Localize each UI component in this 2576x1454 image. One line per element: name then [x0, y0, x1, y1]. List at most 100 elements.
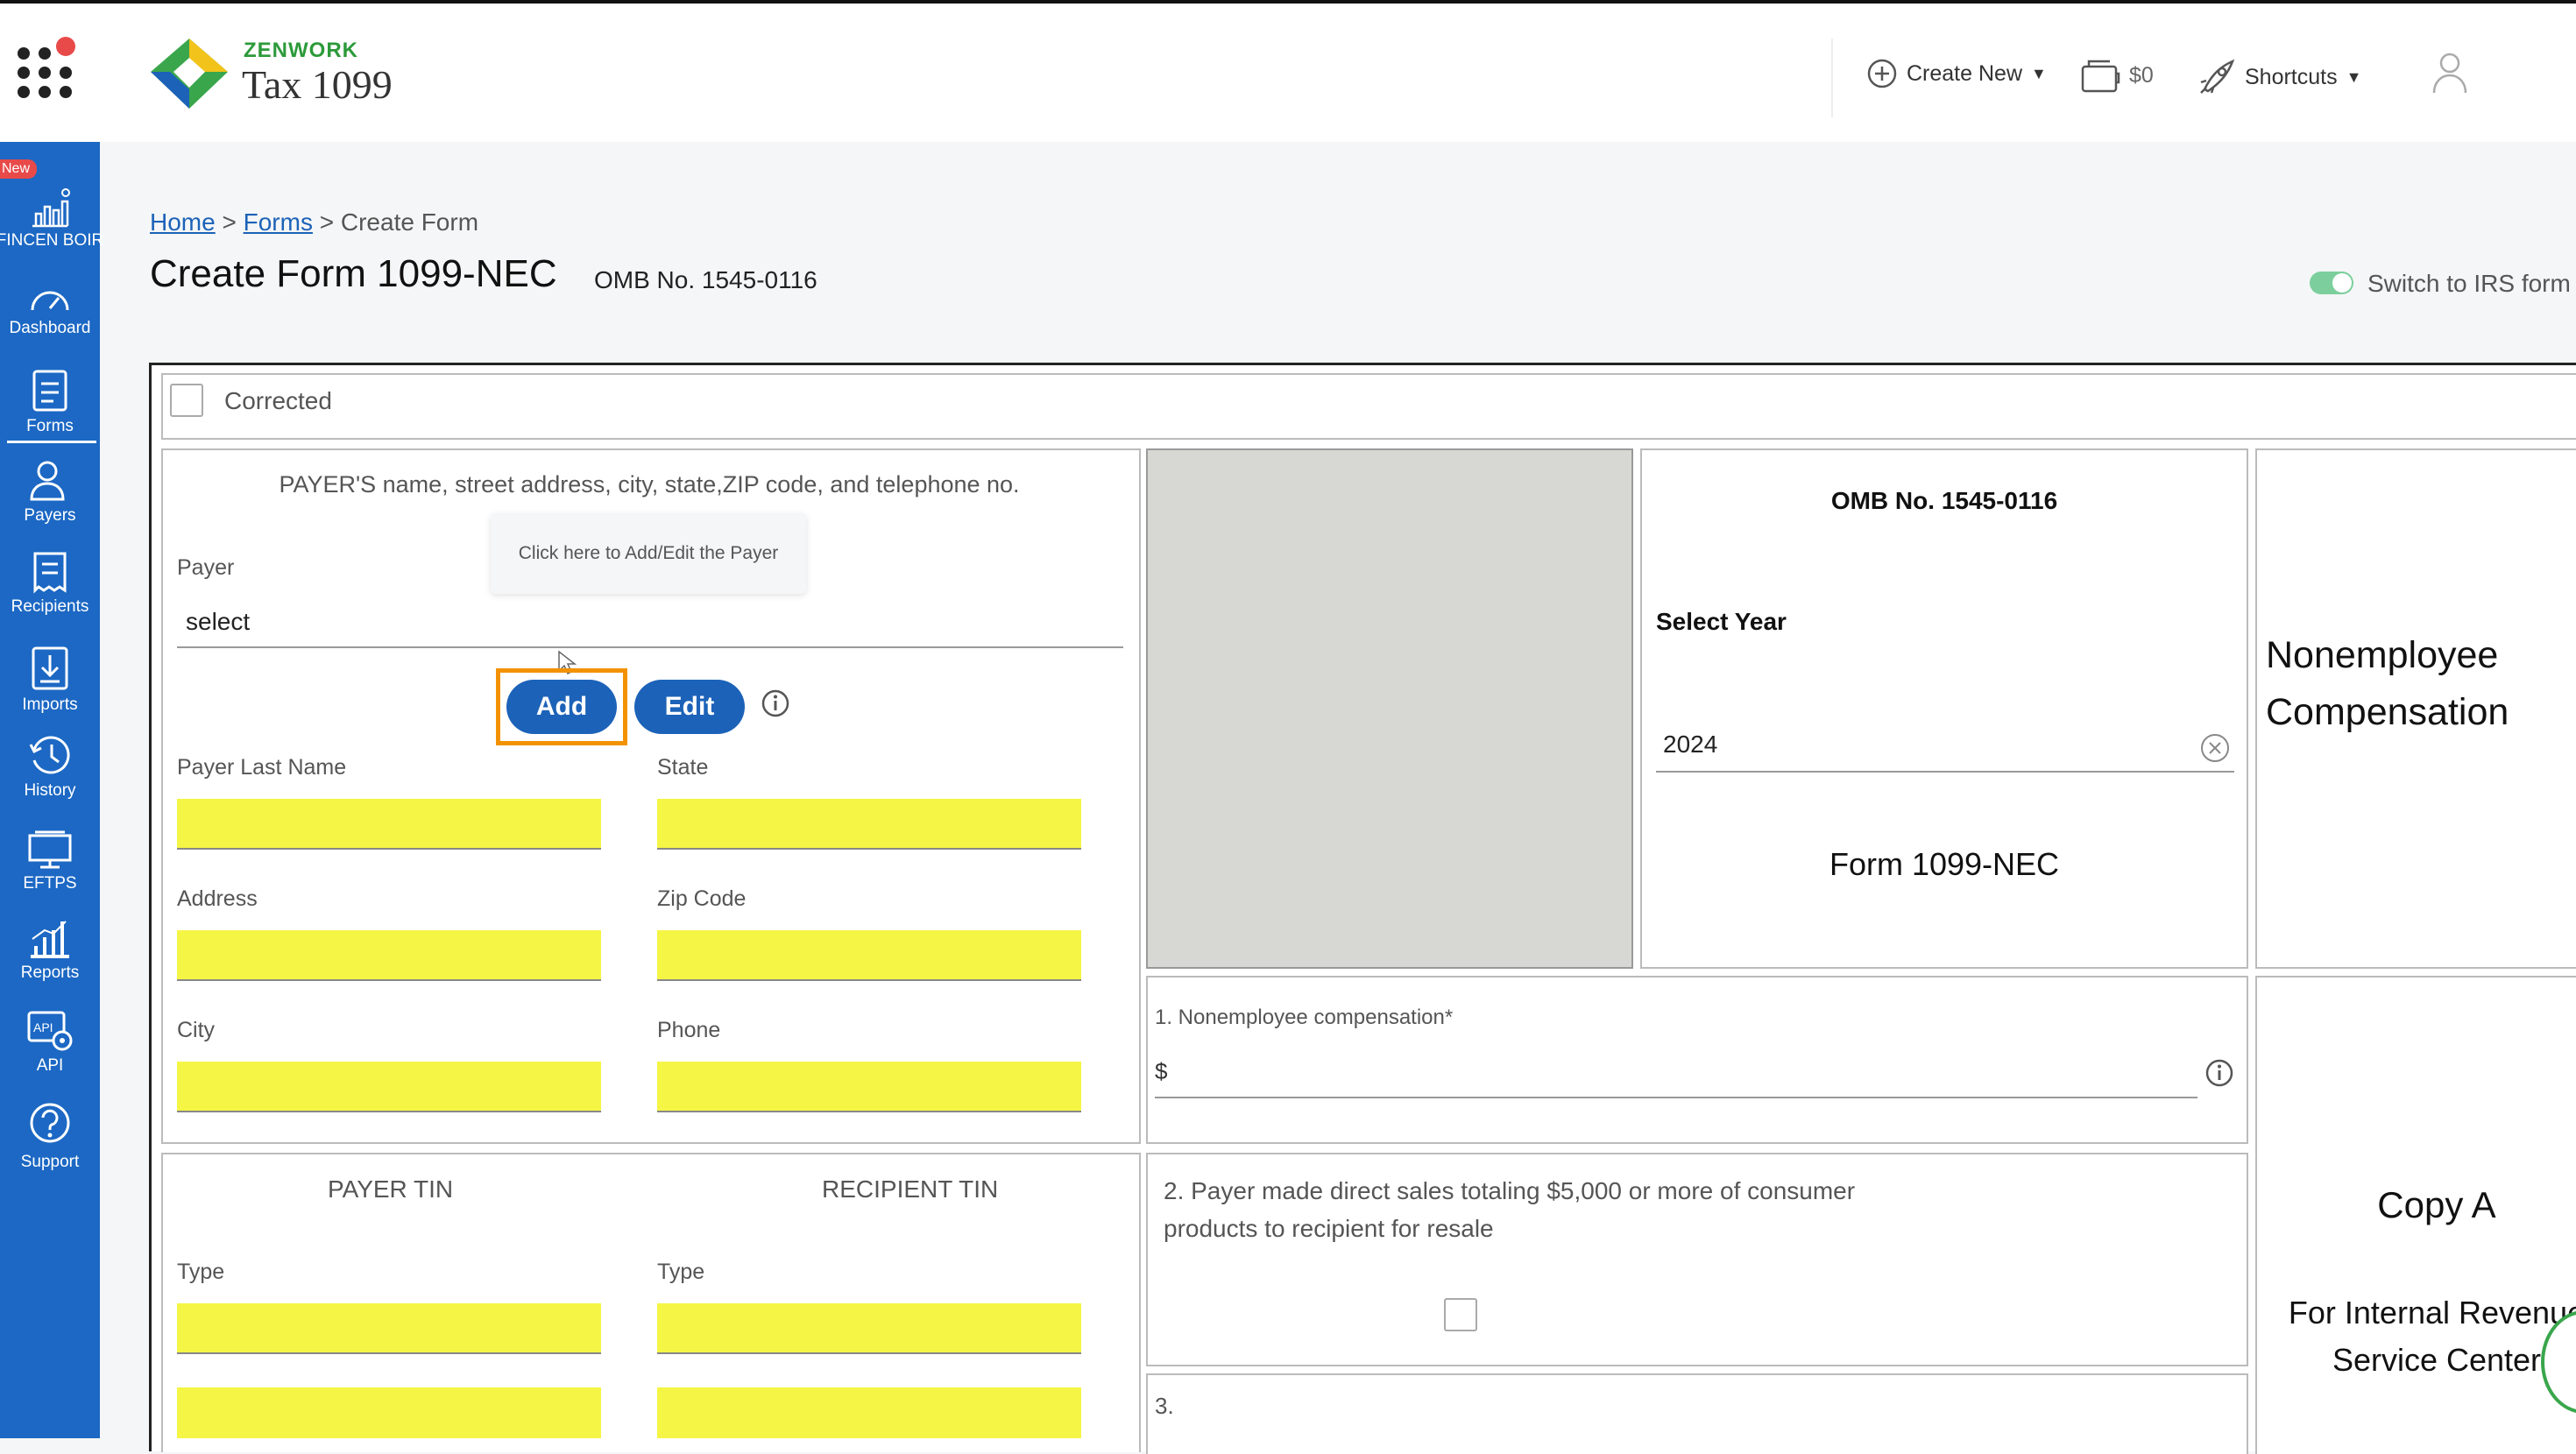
payer-tin-field[interactable]: [177, 1387, 601, 1438]
breadcrumb-separator: >: [222, 208, 237, 236]
zip-code-label: Zip Code: [657, 886, 747, 911]
gauge-icon: [31, 291, 69, 311]
app-grid-icon[interactable]: [18, 37, 79, 98]
download-icon: [32, 646, 68, 690]
copy-a-subtitle: For Internal Revenue Service Center: [2288, 1295, 2576, 1378]
sidebar-item-api[interactable]: API API: [0, 1009, 100, 1076]
sidebar-item-label: Support: [20, 1153, 80, 1171]
info-icon[interactable]: [2204, 1058, 2234, 1088]
document-icon: [32, 370, 67, 412]
breadcrumb-home-link[interactable]: Home: [150, 208, 216, 236]
chart-icon: [32, 188, 70, 228]
new-badge: New: [0, 159, 38, 179]
form-name: Form 1099-NEC: [1829, 846, 2060, 882]
sidebar-item-payers[interactable]: Payers: [0, 459, 100, 526]
year-select-underline: [1656, 771, 2234, 773]
sidebar-item-forms[interactable]: Forms: [0, 368, 100, 443]
product-name: Tax 1099: [242, 62, 393, 107]
edit-payer-button[interactable]: Edit: [634, 680, 745, 734]
rocket-icon: [2200, 59, 2235, 94]
user-avatar-icon[interactable]: [2429, 51, 2471, 95]
api-icon: API: [27, 1011, 73, 1051]
state-field[interactable]: [657, 799, 1081, 850]
recipient-tin-label: RECIPIENT TIN: [822, 1175, 999, 1203]
address-field[interactable]: [177, 930, 601, 981]
sidebar-item-label: Imports: [22, 695, 78, 714]
clear-icon[interactable]: [2199, 732, 2231, 764]
direct-sales-checkbox[interactable]: [1444, 1298, 1477, 1331]
sidebar-item-label: Recipients: [11, 597, 89, 616]
payer-select-underline: [177, 646, 1123, 648]
payer-label: Payer: [177, 555, 235, 580]
create-new-label: Create New: [1907, 60, 2022, 86]
payer-select[interactable]: select: [186, 608, 250, 636]
nonemployee-title: Nonemployee Compensation: [2266, 634, 2509, 733]
payer-last-name-field[interactable]: [177, 799, 601, 850]
box2-label: 2. Payer made direct sales totaling $5,0…: [1164, 1177, 1856, 1243]
add-button-highlight: [496, 668, 627, 745]
payer-tin-label: PAYER TIN: [328, 1175, 454, 1203]
box1-input-underline[interactable]: [1155, 1097, 2197, 1098]
box1-currency: $: [1155, 1058, 1168, 1084]
payer-tin-type-label: Type: [177, 1260, 225, 1284]
sidebar-item-history[interactable]: History: [0, 732, 100, 801]
city-label: City: [177, 1018, 216, 1042]
state-label: State: [657, 755, 709, 780]
zip-code-field[interactable]: [657, 930, 1081, 981]
breadcrumb-current: Create Form: [340, 208, 479, 236]
recipient-tin-type-field[interactable]: [657, 1303, 1081, 1354]
payer-last-name-label: Payer Last Name: [177, 755, 347, 780]
sidebar-item-dashboard[interactable]: Dashboard: [0, 279, 100, 338]
corrected-label: Corrected: [224, 387, 332, 414]
phone-label: Phone: [657, 1018, 721, 1042]
sidebar-item-label: History: [24, 781, 76, 800]
plus-circle-icon: [1867, 59, 1897, 88]
sidebar-item-fincen-boir[interactable]: FINCEN BOIR: [0, 187, 104, 251]
recipient-tin-type-label: Type: [657, 1260, 705, 1284]
address-label: Address: [177, 886, 258, 911]
city-field[interactable]: [177, 1062, 601, 1112]
shortcuts-label: Shortcuts: [2245, 64, 2338, 89]
sidebar-item-eftps[interactable]: EFTPS: [0, 830, 100, 893]
cart-button[interactable]: $0: [2080, 58, 2154, 93]
header-divider: [1831, 39, 1833, 117]
question-icon: [30, 1103, 70, 1143]
cart-icon: [2081, 60, 2120, 93]
shortcuts-menu[interactable]: Shortcuts ▼: [2197, 58, 2361, 96]
payer-heading: PAYER'S name, street address, city, stat…: [279, 471, 1020, 498]
year-select[interactable]: 2024: [1663, 731, 1717, 759]
sidebar-item-label: Forms: [26, 417, 74, 435]
copy-a-label: Copy A: [2377, 1184, 2496, 1225]
blank-gray-box: [1146, 448, 1633, 969]
sidebar-item-imports[interactable]: Imports: [0, 645, 100, 715]
zenwork-logo-icon: [151, 39, 228, 109]
cart-amount: $0: [2129, 62, 2154, 88]
phone-field[interactable]: [657, 1062, 1081, 1112]
sidebar-item-label: Dashboard: [9, 319, 91, 337]
box1-label: 1. Nonemployee compensation*: [1155, 1006, 1454, 1029]
omb-number: OMB No. 1545-0116: [594, 266, 817, 293]
corrected-checkbox[interactable]: [170, 384, 203, 417]
sidebar-item-label: FINCEN BOIR: [0, 231, 104, 250]
select-year-label: Select Year: [1656, 608, 1787, 635]
irs-form-toggle-label: Switch to IRS form: [2367, 270, 2571, 297]
breadcrumb: Home > Forms > Create Form: [150, 208, 478, 236]
svg-text:API: API: [33, 1020, 53, 1034]
sidebar-item-label: Reports: [20, 963, 80, 982]
sidebar-item-recipients[interactable]: Recipients: [0, 550, 100, 617]
recipient-tin-field[interactable]: [657, 1387, 1081, 1438]
breadcrumb-forms-link[interactable]: Forms: [244, 208, 313, 236]
payer-tooltip: Click here to Add/Edit the Payer: [491, 513, 806, 594]
box1-section: [1146, 976, 2248, 1144]
box3-section: [1146, 1373, 2248, 1454]
chevron-down-icon: ▼: [2031, 64, 2047, 82]
sidebar-item-reports[interactable]: Reports: [0, 916, 100, 983]
receipt-icon: [33, 552, 67, 594]
info-icon[interactable]: [761, 688, 790, 718]
sidebar-item-support[interactable]: Support: [0, 1102, 100, 1172]
payer-tin-type-field[interactable]: [177, 1303, 601, 1354]
create-new-menu[interactable]: Create New ▼: [1866, 58, 2047, 89]
box3-label: 3.: [1155, 1393, 1174, 1419]
irs-form-toggle[interactable]: [2310, 272, 2353, 294]
page-title: Create Form 1099-NEC: [150, 252, 557, 295]
